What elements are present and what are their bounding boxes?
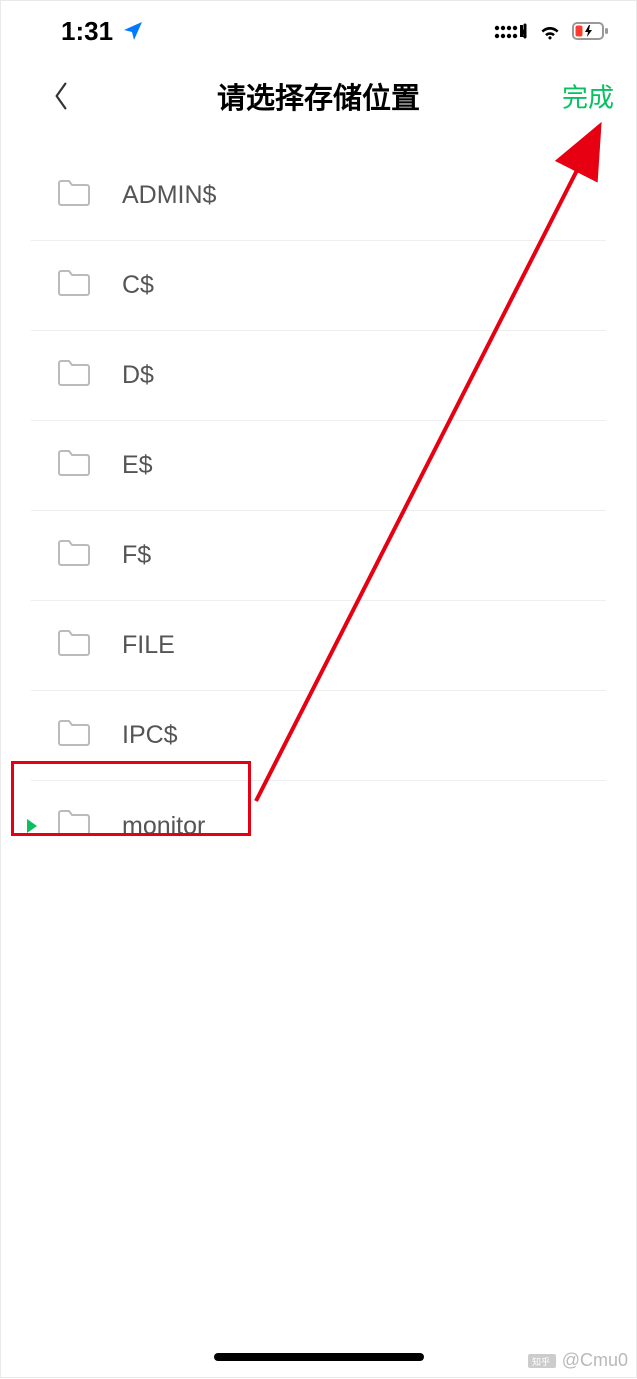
done-button[interactable]: 完成 (562, 78, 614, 115)
watermark-text: @Cmu0 (562, 1350, 628, 1371)
folder-icon (56, 808, 92, 844)
home-indicator (214, 1353, 424, 1361)
folder-label: C$ (122, 271, 154, 300)
battery-charging-low-icon (572, 22, 608, 40)
folder-icon (56, 718, 92, 754)
folder-label: F$ (122, 541, 151, 570)
folder-icon (56, 178, 92, 214)
folder-icon (56, 538, 92, 574)
status-time: 1:31 (61, 16, 113, 47)
back-button[interactable] (41, 76, 81, 116)
list-item[interactable]: FILE (31, 601, 606, 691)
page-title: 请选择存储位置 (217, 75, 420, 117)
folder-list: ADMIN$ C$ D$ E$ F$ FILE (1, 151, 636, 871)
folder-label: E$ (122, 451, 153, 480)
svg-text:!: ! (521, 28, 525, 39)
folder-icon (56, 628, 92, 664)
status-bar-left: 1:31 (61, 16, 145, 47)
dual-sim-signal-icon: ! (494, 23, 528, 39)
list-item[interactable]: E$ (31, 421, 606, 511)
folder-icon (56, 268, 92, 304)
list-item[interactable]: monitor (31, 781, 606, 871)
folder-icon (56, 358, 92, 394)
folder-label: FILE (122, 631, 175, 660)
list-item[interactable]: D$ (31, 331, 606, 421)
folder-label: ADMIN$ (122, 181, 216, 210)
watermark: 知乎 @Cmu0 (528, 1350, 628, 1371)
list-item[interactable]: IPC$ (31, 691, 606, 781)
list-item[interactable]: F$ (31, 511, 606, 601)
status-bar: 1:31 ! (1, 1, 636, 61)
location-arrow-icon (121, 19, 145, 43)
folder-label: monitor (122, 812, 205, 841)
svg-text:知乎: 知乎 (532, 1356, 550, 1367)
list-item[interactable]: C$ (31, 241, 606, 331)
folder-icon (56, 448, 92, 484)
folder-label: D$ (122, 361, 154, 390)
folder-label: IPC$ (122, 721, 178, 750)
list-item[interactable]: ADMIN$ (31, 151, 606, 241)
chevron-left-icon (52, 81, 70, 111)
status-bar-right: ! (494, 22, 608, 40)
selected-marker-icon (27, 819, 37, 833)
zhihu-logo-icon: 知乎 (528, 1354, 556, 1368)
wifi-icon (538, 22, 562, 40)
nav-bar: 请选择存储位置 完成 (1, 61, 636, 131)
